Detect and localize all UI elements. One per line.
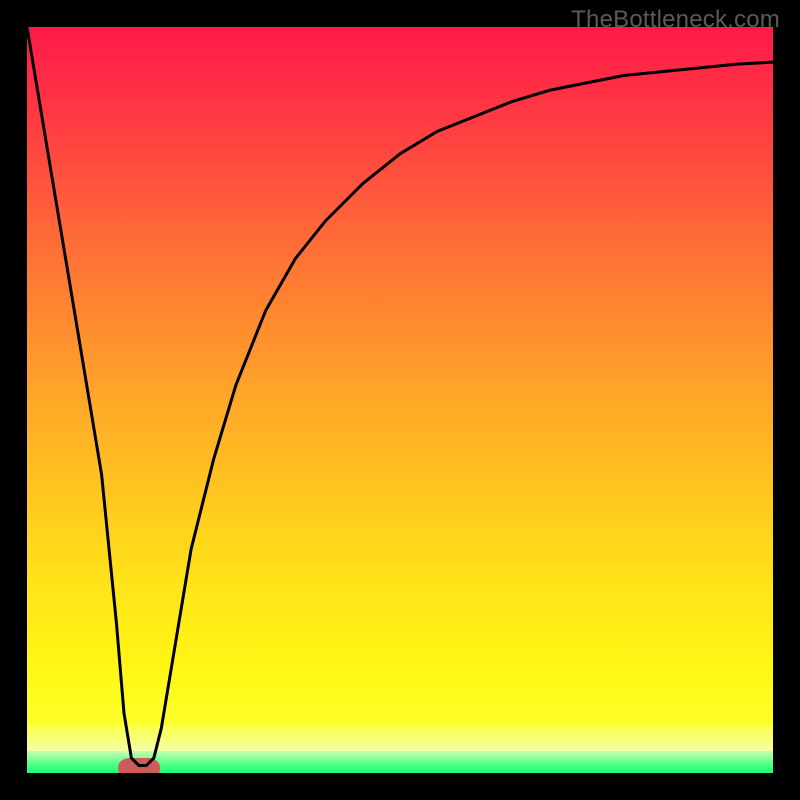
curve-line: [27, 27, 773, 766]
curve-svg: [27, 27, 773, 773]
plot-area: [27, 27, 773, 773]
chart-frame: TheBottleneck.com: [0, 0, 800, 800]
